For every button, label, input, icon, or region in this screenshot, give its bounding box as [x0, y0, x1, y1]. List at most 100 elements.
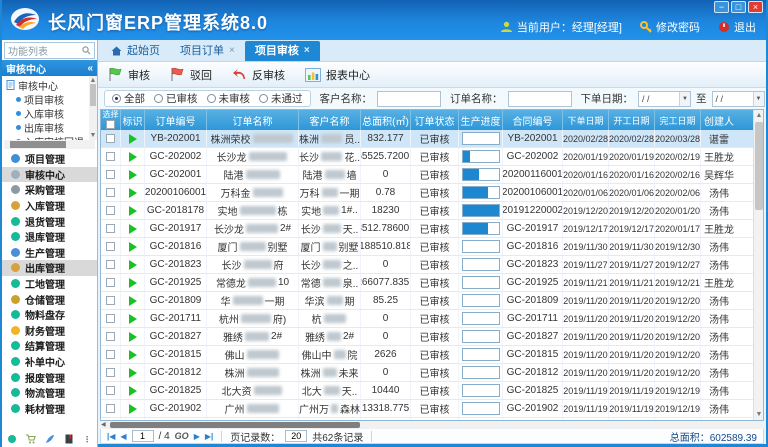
table-row[interactable]: GC-201827 雅绣2# 雅绣2# 0 已审核 GC-201827 2019… — [101, 328, 753, 346]
tree-item-outbound-audit[interactable]: 出库审核 — [6, 120, 89, 134]
row-checkbox[interactable] — [106, 314, 115, 323]
next-page-button[interactable]: ▶ — [194, 432, 200, 441]
table-row[interactable]: GC-2018178 实地栋 实地1#.. 18230 已审核 20191220… — [101, 202, 753, 220]
cart-icon[interactable] — [25, 434, 36, 444]
sidebar-item-project-mgmt[interactable]: 项目管理 — [2, 151, 97, 167]
sidebar-item-production-mgmt[interactable]: 生产管理 — [2, 245, 97, 261]
row-checkbox[interactable] — [106, 278, 115, 287]
table-row[interactable]: GC-202001 陆港 陆港墙 0 已审核 20200116001 2020/… — [101, 166, 753, 184]
pen-icon[interactable] — [45, 434, 55, 444]
row-checkbox[interactable] — [106, 170, 115, 179]
row-checkbox[interactable] — [106, 188, 115, 197]
tab-project-orders[interactable]: 项目订单 × — [170, 41, 245, 61]
row-checkbox[interactable] — [106, 134, 115, 143]
row-checkbox[interactable] — [106, 296, 115, 305]
sidebar-item-site-mgmt[interactable]: 工地管理 — [2, 276, 97, 292]
close-tab-icon[interactable]: × — [229, 41, 235, 61]
sidebar-item-purchasing-mgmt[interactable]: 采购管理 — [2, 182, 97, 198]
sidebar-item-supplement-center[interactable]: 补单中心 — [2, 354, 97, 370]
go-button[interactable]: GO — [175, 431, 189, 441]
radio-all[interactable]: 全部 — [112, 91, 145, 106]
module-dot-icon[interactable] — [8, 435, 16, 443]
sidebar-item-audit-center[interactable]: 审核中心 — [2, 167, 97, 183]
tree-vertical-scrollbar[interactable]: ▲▼ — [89, 76, 97, 140]
row-checkbox[interactable] — [106, 386, 115, 395]
table-row[interactable]: GC-201809 华一期 华滨期 85.25 已审核 GC-201809 20… — [101, 292, 753, 310]
prev-page-button[interactable]: ◀ — [120, 432, 126, 441]
sidebar-item-stock-return-mgmt[interactable]: 退库管理 — [2, 229, 97, 245]
row-checkbox[interactable] — [106, 350, 115, 359]
select-all-checkbox[interactable] — [106, 120, 115, 129]
row-checkbox[interactable] — [106, 224, 115, 233]
table-horizontal-scrollbar[interactable]: ◀ — [100, 421, 764, 429]
row-checkbox[interactable] — [106, 332, 115, 341]
order-date-from-picker[interactable]: / /▼ — [638, 91, 691, 107]
table-row[interactable]: GC-201711 杭州府) 杭 0 已审核 GC-201711 2019/11… — [101, 310, 753, 328]
chevron-down-icon[interactable]: ▼ — [679, 92, 690, 106]
sidebar-item-settlement-mgmt[interactable]: 结算管理 — [2, 338, 97, 354]
collapse-icon[interactable]: « — [87, 63, 93, 74]
table-row[interactable]: 20200106001 万科金 万科一期 0.78 已审核 2020010600… — [101, 184, 753, 202]
order-name-input[interactable] — [508, 91, 572, 107]
row-checkbox[interactable] — [106, 206, 115, 215]
scrollbar-thumb[interactable] — [755, 122, 763, 210]
unaudit-button[interactable]: 反审核 — [232, 67, 285, 83]
sidebar-item-outbound-mgmt[interactable]: 出库管理 — [2, 260, 97, 276]
tab-project-audit[interactable]: 项目审核 × — [245, 41, 320, 61]
change-password-button[interactable]: 修改密码 — [640, 19, 700, 35]
sidebar-item-material-inventory[interactable]: 物料盘存 — [2, 307, 97, 323]
table-row[interactable]: GC-2018.. 佛山 佛山 0 已审核 GC-2018.. 2019/11/… — [101, 418, 753, 420]
sidebar-panel-header[interactable]: 审核中心 « — [2, 60, 97, 76]
tree-item-inbound-audit[interactable]: 入库审核 — [6, 106, 89, 120]
row-checkbox[interactable] — [106, 242, 115, 251]
sidebar-item-finance-mgmt[interactable]: 财务管理 — [2, 323, 97, 339]
tab-home[interactable]: 起始页 — [101, 41, 170, 61]
report-center-button[interactable]: 报表中心 — [305, 67, 370, 83]
table-row[interactable]: GC-201815 佛山 佛山中院 2626 已审核 GC-201815 201… — [101, 346, 753, 364]
sidebar-item-warehouse-mgmt[interactable]: 仓储管理 — [2, 291, 97, 307]
last-page-button[interactable]: ▶| — [205, 432, 213, 441]
tree-item-project-audit[interactable]: 项目审核 — [6, 92, 89, 106]
sidebar-item-logistics-mgmt[interactable]: 物流管理 — [2, 385, 97, 401]
chevron-down-icon[interactable]: ▼ — [753, 92, 764, 106]
table-row[interactable]: GC-201812 株洲 株洲未来 0 已审核 GC-201812 2019/1… — [101, 364, 753, 382]
scroll-down-icon[interactable]: ▼ — [754, 410, 764, 419]
scroll-left-icon[interactable]: ◀ — [101, 421, 106, 429]
sidebar-item-consumables-mgmt[interactable]: 耗材管理 — [2, 401, 97, 417]
book-icon[interactable] — [64, 434, 74, 444]
page-size-input[interactable] — [285, 430, 307, 442]
more-icon[interactable]: ⋮ — [83, 435, 91, 444]
minimize-button[interactable]: − — [714, 1, 729, 13]
table-row[interactable]: YB-202001 株洲荣校 株洲员.. 832.177 已审核 YB-2020… — [101, 130, 753, 148]
table-row[interactable]: GC-201917 长沙龙2# 长沙天.. 8512.78600.. 已审核 G… — [101, 220, 753, 238]
page-number-input[interactable] — [132, 430, 154, 442]
radio-audited[interactable]: 已审核 — [154, 91, 198, 106]
tree-horizontal-scrollbar[interactable] — [4, 140, 95, 149]
close-tab-icon[interactable]: × — [304, 41, 310, 61]
scrollbar-thumb[interactable] — [110, 422, 360, 428]
function-search-input[interactable]: 功能列表 — [4, 42, 95, 59]
table-row[interactable]: GC-202002 长沙龙 长沙花.. 65525.7200.. 已审核 GC-… — [101, 148, 753, 166]
close-button[interactable]: × — [748, 1, 763, 13]
row-checkbox[interactable] — [106, 368, 115, 377]
tree-root-audit-center[interactable]: 审核中心 — [6, 78, 89, 92]
reject-button[interactable]: 驳回 — [170, 67, 212, 83]
maximize-button[interactable]: □ — [731, 1, 746, 13]
table-row[interactable]: GC-201816 厦门别墅 厦门别墅 188510.818 已审核 GC-20… — [101, 238, 753, 256]
scroll-up-icon[interactable]: ▲ — [754, 111, 764, 120]
audit-button[interactable]: 审核 — [108, 67, 150, 83]
row-checkbox[interactable] — [106, 152, 115, 161]
order-date-to-picker[interactable]: / /▼ — [712, 91, 765, 107]
logout-button[interactable]: 退出 — [718, 19, 756, 35]
customer-name-input[interactable] — [377, 91, 441, 107]
table-row[interactable]: GC-201902 广州 广州万森林 13318.775 已审核 GC-2019… — [101, 400, 753, 418]
radio-unaudited[interactable]: 未审核 — [207, 91, 251, 106]
first-page-button[interactable]: |◀ — [107, 432, 115, 441]
table-row[interactable]: GC-201823 长沙府 长沙之.. 0 已审核 GC-201823 2019… — [101, 256, 753, 274]
sidebar-item-inbound-mgmt[interactable]: 入库管理 — [2, 198, 97, 214]
sidebar-item-scrap-mgmt[interactable]: 报废管理 — [2, 369, 97, 385]
table-vertical-scrollbar[interactable]: ▲ ▼ — [753, 110, 763, 420]
row-checkbox[interactable] — [106, 260, 115, 269]
radio-not-passed[interactable]: 未通过 — [259, 91, 303, 106]
row-checkbox[interactable] — [106, 404, 115, 413]
